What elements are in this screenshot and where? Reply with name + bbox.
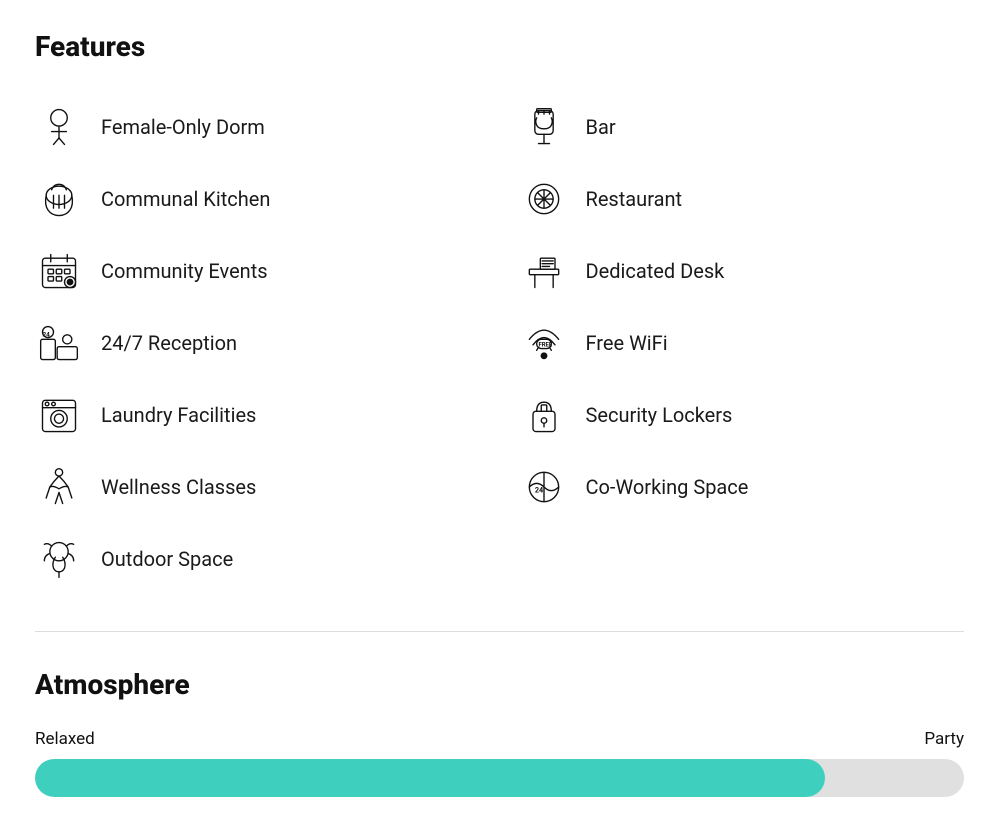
svg-text:24: 24: [534, 486, 542, 495]
female-icon: [35, 103, 83, 151]
feature-bar: Bar: [520, 91, 965, 163]
atmosphere-progress-bar-container: [35, 759, 964, 797]
feature-dedicated-desk-label: Dedicated Desk: [586, 259, 725, 283]
bar-icon: [520, 103, 568, 151]
kitchen-icon: [35, 175, 83, 223]
feature-laundry-facilities-label: Laundry Facilities: [101, 403, 256, 427]
feature-247-reception: 24 24/7 Reception: [35, 307, 480, 379]
wifi-icon: FREE: [520, 319, 568, 367]
locker-icon: [520, 391, 568, 439]
feature-free-wifi-label: Free WiFi: [586, 331, 668, 355]
feature-laundry-facilities: Laundry Facilities: [35, 379, 480, 451]
feature-security-lockers-label: Security Lockers: [586, 403, 733, 427]
feature-security-lockers: Security Lockers: [520, 379, 965, 451]
feature-free-wifi: FREE Free WiFi: [520, 307, 965, 379]
atmosphere-labels: Relaxed Party: [35, 729, 964, 749]
svg-text:24: 24: [43, 331, 51, 339]
atmosphere-progress-bar-fill: [35, 759, 825, 797]
atmosphere-label-party: Party: [924, 729, 964, 749]
feature-co-working-space-label: Co-Working Space: [586, 475, 749, 499]
reception-icon: 24: [35, 319, 83, 367]
features-left-column: Female-Only Dorm Communal Kitchen: [35, 91, 480, 595]
atmosphere-label-relaxed: Relaxed: [35, 729, 95, 749]
outdoor-icon: [35, 535, 83, 583]
feature-restaurant: Restaurant: [520, 163, 965, 235]
feature-outdoor-space-label: Outdoor Space: [101, 547, 233, 571]
feature-wellness-classes-label: Wellness Classes: [101, 475, 256, 499]
feature-female-only-dorm: Female-Only Dorm: [35, 91, 480, 163]
atmosphere-title: Atmosphere: [35, 668, 964, 701]
features-title: Features: [35, 30, 964, 63]
feature-outdoor-space: Outdoor Space: [35, 523, 480, 595]
events-icon: [35, 247, 83, 295]
feature-communal-kitchen-label: Communal Kitchen: [101, 187, 270, 211]
features-grid: Female-Only Dorm Communal Kitchen: [35, 91, 964, 595]
feature-community-events-label: Community Events: [101, 259, 268, 283]
coworking-icon: 24: [520, 463, 568, 511]
features-right-column: Bar Restaurant: [520, 91, 965, 595]
atmosphere-section: Atmosphere Relaxed Party: [35, 668, 964, 797]
svg-text:FREE: FREE: [538, 342, 552, 349]
feature-female-only-dorm-label: Female-Only Dorm: [101, 115, 265, 139]
wellness-icon: [35, 463, 83, 511]
feature-wellness-classes: Wellness Classes: [35, 451, 480, 523]
feature-dedicated-desk: Dedicated Desk: [520, 235, 965, 307]
section-divider: [35, 631, 964, 632]
feature-community-events: Community Events: [35, 235, 480, 307]
restaurant-icon: [520, 175, 568, 223]
feature-communal-kitchen: Communal Kitchen: [35, 163, 480, 235]
feature-co-working-space: 24 Co-Working Space: [520, 451, 965, 523]
feature-bar-label: Bar: [586, 115, 616, 139]
laundry-icon: [35, 391, 83, 439]
feature-247-reception-label: 24/7 Reception: [101, 331, 237, 355]
desk-icon: [520, 247, 568, 295]
feature-restaurant-label: Restaurant: [586, 187, 683, 211]
